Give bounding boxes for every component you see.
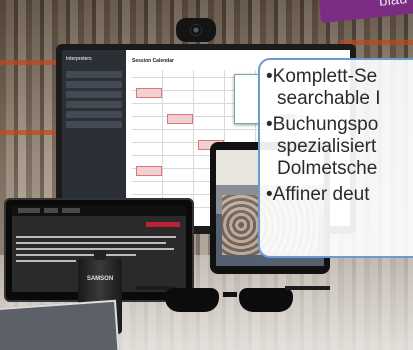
sidebar-item	[66, 121, 122, 128]
app-sidebar-title: Interpreters	[66, 56, 92, 62]
rack-beam	[0, 130, 60, 135]
bullet-2-line-3: Dolmetsche	[277, 158, 378, 179]
calendar-title: Session Calendar	[132, 58, 174, 64]
bullet-1-line-1: •Komplett-Se	[266, 66, 378, 87]
glasses-bridge	[223, 292, 237, 297]
inset-photo	[0, 299, 120, 350]
bullet-3: •Affiner deut	[266, 184, 413, 206]
dark-tab	[62, 208, 80, 213]
corner-tag-text: blau	[378, 0, 408, 10]
smart-glasses	[135, 282, 330, 322]
glasses-lens-right	[239, 288, 293, 312]
dark-tab	[18, 208, 40, 213]
glasses-lens-left	[165, 288, 219, 312]
promo-graphic: blau Interpreters Session Calendar	[0, 0, 413, 350]
glasses-arm	[285, 286, 330, 290]
sidebar-item	[66, 91, 122, 98]
webcam-lens-icon	[190, 24, 202, 36]
bullet-1: •Komplett-Se searchable I	[266, 66, 413, 110]
sidebar-item	[66, 101, 122, 108]
calendar-event	[136, 166, 162, 176]
bullet-2-line-2: spezialisiert	[277, 136, 377, 157]
sidebar-item	[66, 111, 122, 118]
feature-callout: •Komplett-Se searchable I •Buchungspo sp…	[258, 58, 413, 258]
calendar-event	[167, 114, 193, 124]
rack-beam	[0, 60, 60, 65]
transcript-line	[16, 242, 166, 244]
bullet-2: •Buchungspo spezialisiert Dolmetsche	[266, 114, 413, 180]
bullet-1-line-2: searchable I	[277, 88, 381, 109]
dark-tablet-header	[12, 206, 186, 216]
bullet-3-line-1: •Affiner deut	[266, 184, 370, 205]
sidebar-item	[66, 71, 122, 78]
transcript-line	[16, 254, 136, 256]
bullet-2-line-1: •Buchungspo	[266, 114, 379, 135]
receiver-brand: SAMSON	[86, 276, 114, 282]
dark-tablet-red-bar	[146, 222, 180, 227]
calendar-event	[136, 88, 162, 98]
receiver-antenna-icon	[94, 250, 106, 260]
webcam	[176, 18, 216, 42]
dark-tab	[44, 208, 58, 213]
transcript-line	[16, 236, 176, 238]
transcript-line	[16, 260, 76, 262]
sidebar-item	[66, 81, 122, 88]
